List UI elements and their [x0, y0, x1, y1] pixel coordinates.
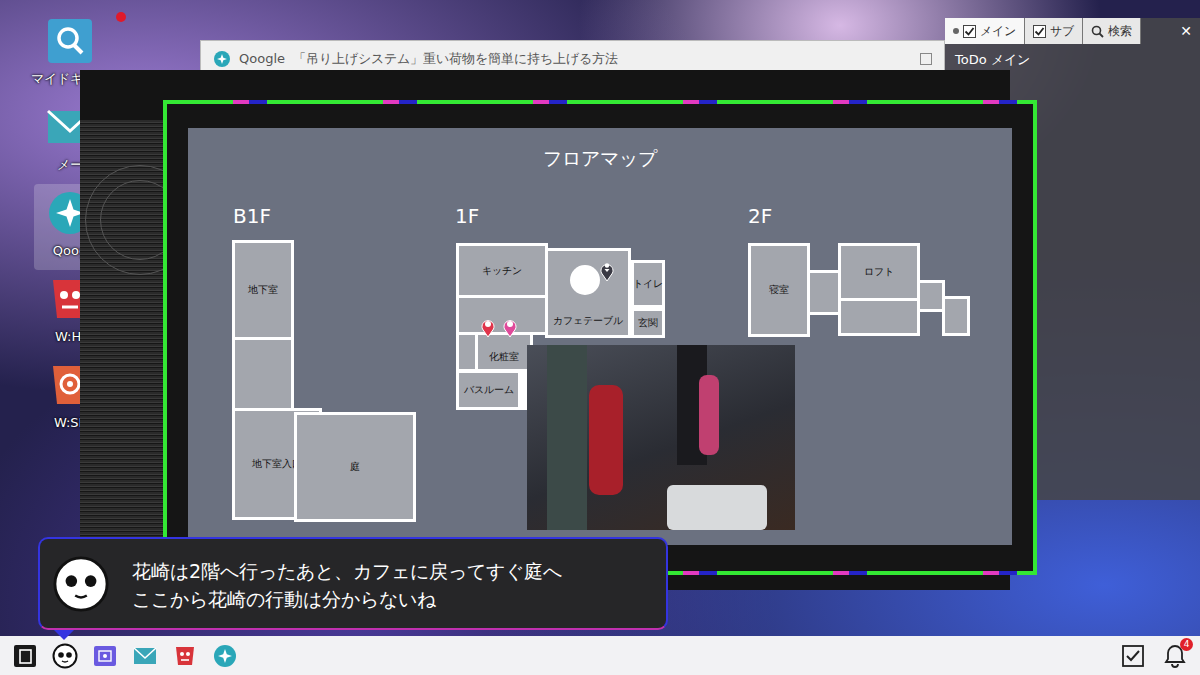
todo-tab-label: メイン [980, 22, 1016, 40]
mascot-icon [52, 555, 110, 613]
browser-logo-icon [213, 50, 231, 68]
todo-tab[interactable]: サブ [1025, 18, 1083, 44]
browser-icon[interactable] [212, 643, 238, 669]
todo-tab-label: 検索 [1108, 22, 1132, 40]
map-room[interactable]: 玄関 [631, 308, 665, 338]
room-label: キッチン [482, 265, 522, 277]
room-label: 庭 [350, 461, 360, 473]
floor-label: 2F [748, 204, 772, 228]
floor-plan: 地下室地下室入口庭 [232, 240, 416, 522]
mascot-icon[interactable] [52, 643, 78, 669]
floor-area [232, 337, 294, 411]
notification-button[interactable]: 4 [1162, 643, 1188, 669]
floormap-title: フロアマップ [188, 144, 1012, 173]
floor-label: B1F [233, 204, 271, 228]
tab-checkbox[interactable] [1033, 25, 1046, 38]
floormap-panel: フロアマップ B1F 地下室地下室入口庭 1F キッチンカフェテーブル トイレ玄関化粧室… [188, 128, 1012, 545]
floor-label: 1F [455, 204, 479, 228]
room-label: 地下室 [248, 284, 278, 296]
map-room[interactable]: バスルーム [456, 370, 521, 410]
room-label: 化粧室 [489, 351, 519, 363]
room-label: ロフト [864, 266, 894, 278]
dialog-tail [54, 630, 74, 640]
active-dot [953, 28, 959, 34]
todo-icon[interactable] [1120, 643, 1146, 669]
search-icon [1091, 25, 1104, 38]
map-room[interactable]: 寝室 [748, 243, 810, 337]
wiki-icon[interactable] [172, 643, 198, 669]
floor-area [456, 295, 548, 335]
map-room[interactable]: 庭 [294, 412, 416, 522]
browser-title: 「吊り上げシステム」重い荷物を簡単に持ち上げる方法 [293, 49, 912, 69]
files-icon[interactable] [92, 643, 118, 669]
room-label: 寝室 [769, 284, 789, 296]
close-button[interactable]: ✕ [1172, 18, 1200, 44]
room-label: カフェテーブル [553, 315, 623, 327]
dialog-line: 花崎は2階へ行ったあと、カフェに戻ってすぐ庭へ [132, 557, 654, 585]
floor-area [942, 296, 970, 336]
map-room[interactable]: カフェテーブル [545, 248, 631, 338]
map-room[interactable]: ロフト [838, 243, 920, 301]
todo-tabs: メイン サブ 検索 ✕ [945, 18, 1200, 44]
exit-icon[interactable] [12, 643, 38, 669]
mail-icon[interactable] [132, 643, 158, 669]
floor-area [807, 270, 841, 315]
map-room[interactable]: トイレ [631, 260, 665, 308]
camera-image [527, 345, 795, 530]
browser-logo: Qoogle [239, 49, 285, 69]
check-icon [1034, 26, 1045, 37]
notification-badge: 4 [1180, 638, 1193, 651]
static-noise [80, 120, 165, 590]
room-label: 玄関 [638, 317, 658, 329]
dialog-line: ここから花崎の行動は分からないね [132, 585, 654, 613]
map-room[interactable]: 地下室 [232, 240, 294, 340]
floor-plan: 寝室 ロフト [745, 240, 973, 340]
room-label: バスルーム [464, 384, 514, 396]
notification-dot [116, 12, 126, 22]
marker-pin-icon[interactable] [600, 262, 614, 282]
person-pin-icon[interactable] [503, 318, 517, 338]
cafe-table [570, 265, 600, 295]
documents-icon [45, 16, 95, 66]
dialog-box: 花崎は2階へ行ったあと、カフェに戻ってすぐ庭へここから花崎の行動は分からないね [38, 537, 668, 630]
floormap-frame: フロアマップ B1F 地下室地下室入口庭 1F キッチンカフェテーブル トイレ玄関化粧室… [163, 100, 1037, 575]
todo-tab-label: サブ [1050, 22, 1074, 40]
maximize-icon[interactable] [920, 53, 932, 65]
room-label: トイレ [633, 278, 663, 290]
todo-tab[interactable]: 検索 [1083, 18, 1141, 44]
taskbar: 4 [0, 636, 1200, 675]
check-icon [964, 26, 975, 37]
person-pin-icon[interactable] [481, 318, 495, 338]
floor-area [917, 280, 945, 312]
todo-tab[interactable]: メイン [945, 18, 1025, 44]
floor-area [838, 298, 920, 336]
tab-checkbox[interactable] [963, 25, 976, 38]
map-room[interactable]: キッチン [456, 243, 548, 298]
map-room[interactable]: 化粧室 [475, 332, 533, 372]
